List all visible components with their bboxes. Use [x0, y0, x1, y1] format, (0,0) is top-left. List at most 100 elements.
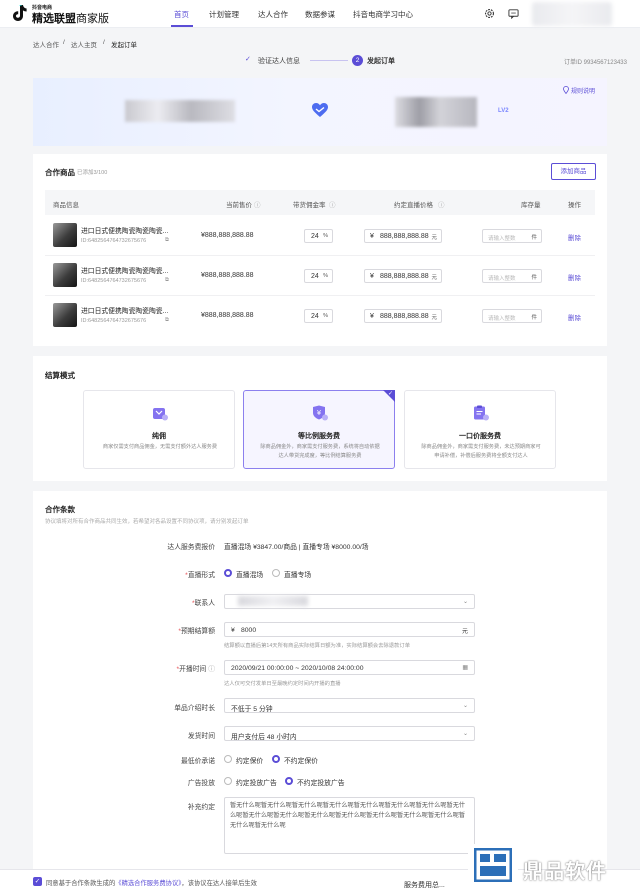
- col-stock: 库存量: [521, 202, 541, 209]
- delete-goods-button[interactable]: 删除: [568, 232, 581, 242]
- ads-label: 广告投放: [187, 780, 215, 787]
- goods-current-price: ¥888,888,888.88: [201, 312, 254, 319]
- copy-icon[interactable]: ⧉: [165, 277, 169, 284]
- percent-unit: %: [323, 313, 328, 319]
- settings-gear-icon[interactable]: [484, 8, 495, 19]
- info-icon: ⓘ: [254, 202, 261, 209]
- budget-hint: 结算额以直播后第14天所有商品实际结算日额为准，实际结算额会去除退款订单: [224, 643, 410, 649]
- option-price-protect[interactable]: 约定保价: [236, 755, 263, 765]
- nav-influencer-cooperation[interactable]: 达人合作: [258, 9, 288, 20]
- ship-time-select[interactable]: 用户支付后 48 小时内 ⌄: [224, 726, 475, 741]
- nav-data-advisor[interactable]: 数据参谋: [305, 9, 335, 20]
- delete-goods-button[interactable]: 删除: [568, 312, 581, 322]
- service-fee-total-label: 服务费用总...: [404, 882, 445, 889]
- goods-name[interactable]: 进口日式便携陶瓷陶瓷陶瓷...: [81, 225, 168, 235]
- intro-duration-select[interactable]: 不低于 5 分钟 ⌄: [224, 698, 475, 713]
- mode-description: 除商品佣金外，商家需支付服务费，未达预期商家可申请补偿，补偿后服务费将全额支付达…: [421, 444, 541, 459]
- goods-added-count: 已添加3/100: [77, 170, 108, 176]
- breadcrumb-separator: /: [63, 39, 65, 46]
- option-ads-yes[interactable]: 约定投放广告: [236, 777, 277, 787]
- chevron-down-icon: ⌄: [462, 731, 468, 737]
- commission-rate-input[interactable]: 24%: [304, 269, 333, 283]
- settlement-section-title: 结算模式: [45, 371, 75, 380]
- quote-value: 直播混场 ¥3847.00/商品 | 直播专场 ¥8000.00/场: [224, 544, 369, 551]
- quote-label: 达人服务费报价: [167, 544, 215, 551]
- radio-no-price-protect[interactable]: [272, 755, 280, 763]
- goods-name[interactable]: 进口日式便携陶瓷陶瓷陶瓷...: [81, 305, 168, 315]
- nav-learning-center[interactable]: 抖音电商学习中心: [353, 9, 413, 20]
- yuan-unit: 元: [431, 315, 437, 321]
- agree-checkbox[interactable]: ✓: [33, 877, 42, 886]
- stock-placeholder: 请输入整数: [488, 275, 516, 282]
- ship-time-label: 发货时间: [187, 733, 215, 740]
- stock-input[interactable]: 请输入整数 件: [482, 309, 542, 323]
- location-pin-icon: [563, 86, 569, 94]
- message-icon[interactable]: [508, 8, 519, 19]
- ship-time-value: 用户支付后 48 小时内: [231, 733, 297, 741]
- commission-rate-input[interactable]: 24%: [304, 309, 333, 323]
- start-time-range-picker[interactable]: 2020/09/21 00:00:00 ~ 2020/10/08 24:00:0…: [224, 660, 475, 675]
- radio-ads-yes[interactable]: [224, 777, 232, 785]
- percent-unit: %: [323, 233, 328, 239]
- agree-prefix: 同意基于合作条款生成的: [46, 880, 116, 887]
- row-divider: [45, 255, 595, 256]
- terms-subtitle: 协议填将对所有合作商品共同生效，若希望对各品设置不同协议项，请分别发起订单: [45, 519, 249, 525]
- extra-agreement-textarea[interactable]: 暂无什么呢暂无什么呢暂无什么呢暂无什么呢暂无什么呢暂无什么呢暂无什么呢暂无什么呢…: [224, 797, 475, 854]
- option-no-price-protect[interactable]: 不约定保价: [284, 755, 318, 765]
- mode-description: 商家仅需支付商品佣金，无需支付额外达人服务费: [102, 444, 218, 450]
- user-avatar-blurred[interactable]: [532, 2, 612, 26]
- nav-home[interactable]: 首页: [174, 9, 189, 20]
- intro-duration-label: 单品介绍时长: [174, 705, 215, 712]
- copy-icon[interactable]: ⧉: [165, 237, 169, 244]
- option-live-special[interactable]: 直播专场: [284, 569, 311, 579]
- goods-id: ID:6482564764732675676: [81, 318, 147, 324]
- goods-name[interactable]: 进口日式便携陶瓷陶瓷陶瓷...: [81, 265, 168, 275]
- row-divider: [45, 295, 595, 296]
- proportional-fee-shield-icon: ¥: [313, 405, 328, 421]
- breadcrumb-influencer-home[interactable]: 达人主页: [71, 39, 97, 49]
- commission-rate-input[interactable]: 24%: [304, 229, 333, 243]
- commission-rate-value: 24: [311, 313, 319, 320]
- goods-thumbnail: [53, 303, 77, 327]
- watermark-text: 鼎品软件: [523, 861, 607, 883]
- goods-thumbnail: [53, 223, 77, 247]
- radio-live-special[interactable]: [272, 569, 280, 577]
- live-price-input[interactable]: ¥888,888,888.88 元: [364, 269, 442, 283]
- currency-symbol: ¥: [370, 273, 374, 280]
- option-ads-no[interactable]: 不约定投放广告: [297, 777, 345, 787]
- rule-description-link[interactable]: 规则说明: [571, 86, 595, 95]
- intro-duration-value: 不低于 5 分钟: [231, 705, 273, 713]
- delete-goods-button[interactable]: 删除: [568, 272, 581, 282]
- service-agreement-link[interactable]: 《精选合作服务费协议》: [115, 880, 181, 887]
- radio-live-mixed[interactable]: [224, 569, 232, 577]
- live-price-value: 888,888,888.88: [380, 233, 429, 240]
- add-goods-button[interactable]: 添加商品: [551, 163, 596, 180]
- col-commission-rate: 带货佣金率: [293, 202, 326, 209]
- brand-title[interactable]: 精选联盟商家版: [32, 10, 109, 26]
- col-live-price: 约定直播价格: [394, 202, 433, 209]
- stock-input[interactable]: 请输入整数 件: [482, 229, 542, 243]
- live-price-input[interactable]: ¥888,888,888.88 元: [364, 309, 442, 323]
- option-live-mixed[interactable]: 直播混场: [236, 569, 263, 579]
- radio-ads-no[interactable]: [285, 777, 293, 785]
- live-price-input[interactable]: ¥888,888,888.88 元: [364, 229, 442, 243]
- step-verify-influencer: 验证达人信息: [258, 58, 300, 65]
- mode-pure-commission[interactable]: 纯佣 商家仅需支付商品佣金，无需支付额外达人服务费: [83, 390, 235, 469]
- handshake-heart-icon: [312, 103, 328, 117]
- nav-plan-management[interactable]: 计划管理: [209, 9, 239, 20]
- mode-proportional-service-fee[interactable]: ¥ 等比例服务费 除商品佣金外，商家需支付服务费，系统将自动依据达人带货完成度，…: [243, 390, 395, 469]
- piece-unit: 件: [531, 235, 537, 241]
- fixed-fee-clipboard-icon: [474, 405, 489, 421]
- budget-input[interactable]: ¥ 8000 元: [224, 622, 475, 637]
- mode-description: 除商品佣金外，商家需支付服务费，系统将自动依据达人带货完成度，等比例结算服务费: [260, 444, 380, 459]
- agree-suffix: ，该协议在达人接单后生效: [181, 880, 257, 887]
- contact-value-blurred: [238, 596, 308, 606]
- budget-value: 8000: [241, 626, 257, 634]
- breadcrumb-influencer-cooperation[interactable]: 达人合作: [33, 39, 59, 49]
- goods-id: ID:6482564764732675676: [81, 238, 147, 244]
- copy-icon[interactable]: ⧉: [165, 317, 169, 324]
- mode-fixed-service-fee[interactable]: 一口价服务费 除商品佣金外，商家需支付服务费，未达预期商家可申请补偿，补偿后服务…: [404, 390, 556, 469]
- stock-input[interactable]: 请输入整数 件: [482, 269, 542, 283]
- radio-price-protect[interactable]: [224, 755, 232, 763]
- mode-title: 等比例服务费: [298, 433, 340, 440]
